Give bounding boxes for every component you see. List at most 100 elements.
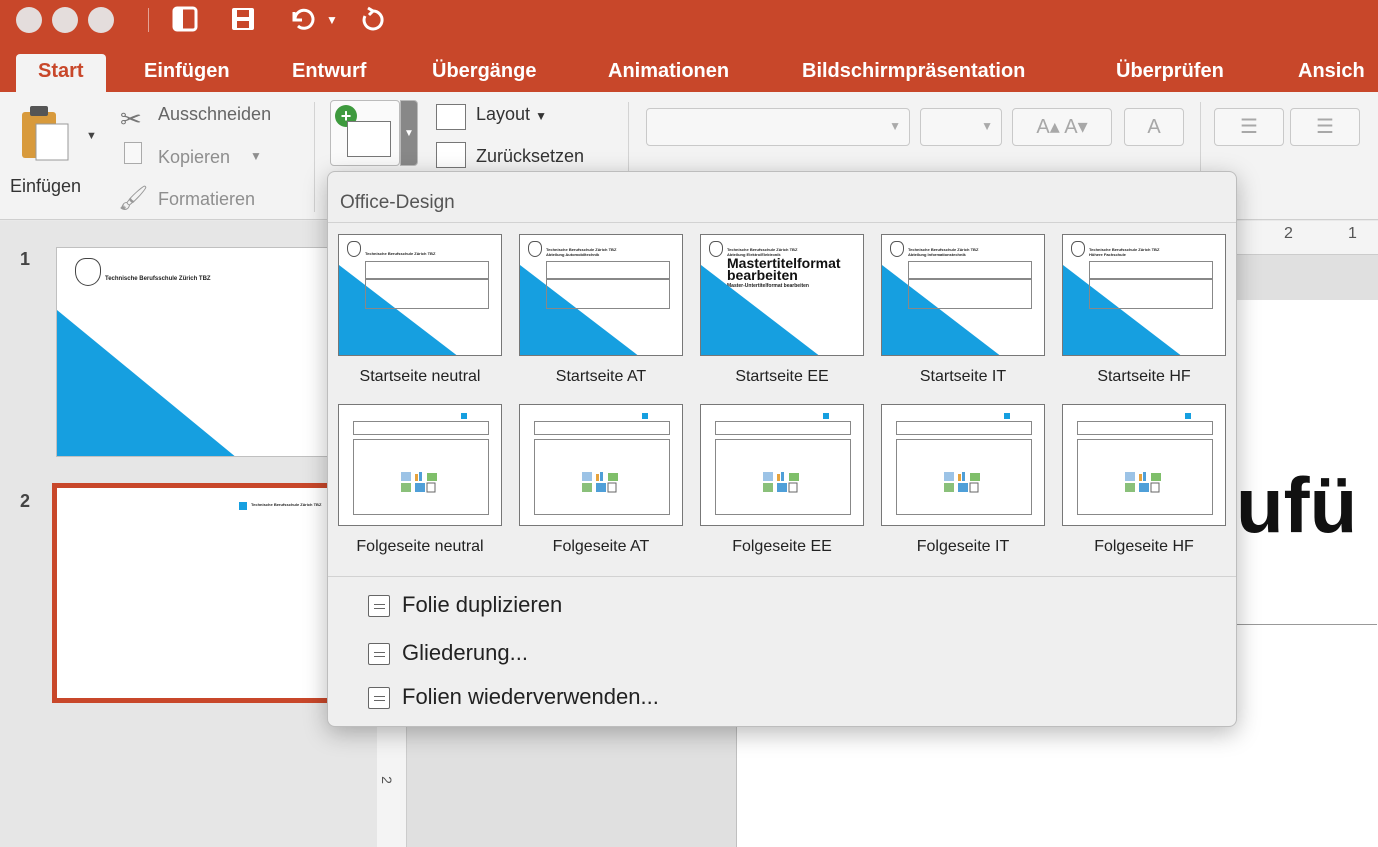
tbz-mini-logo-icon xyxy=(461,413,467,419)
layout-thumbnail xyxy=(700,404,864,526)
undo-icon[interactable] xyxy=(288,6,318,34)
tab-ansicht[interactable]: Ansich xyxy=(1298,54,1365,92)
layout-name: Folgeseite AT xyxy=(552,538,650,555)
slide-thumbnail-pane: 1 Technische Berufsschule Zürich TBZ 2 T… xyxy=(0,221,384,847)
minimize-window-button[interactable] xyxy=(52,7,78,33)
slide-title-text[interactable]: ufü xyxy=(1236,460,1357,551)
clear-formatting-button[interactable]: A xyxy=(1124,108,1184,146)
layout-name: Folgeseite EE xyxy=(732,538,832,555)
layout-label: Layout xyxy=(476,104,531,124)
scissors-icon: ✂ xyxy=(120,104,142,134)
layout-thumbnail: Technische Berufsschule Zürich TBZ Abtei… xyxy=(881,234,1045,356)
gallery-divider xyxy=(328,222,1236,223)
content-placeholder-icons xyxy=(763,472,799,493)
title-placeholder xyxy=(534,421,670,435)
tbz-mini-logo-icon xyxy=(642,413,648,419)
layout-thumbnail xyxy=(1062,404,1226,526)
paste-dropdown-icon[interactable]: ▼ xyxy=(86,130,97,142)
undo-dropdown-icon[interactable]: ▼ xyxy=(326,6,338,34)
gallery-divider xyxy=(328,576,1236,577)
outline-icon xyxy=(368,643,390,666)
layout-folgeseite-hf[interactable]: Folgeseite HF xyxy=(1062,404,1226,572)
gallery-section-title: Office-Design xyxy=(340,192,455,213)
cut-button[interactable]: Ausschneiden xyxy=(158,104,271,125)
new-slide-button[interactable]: + xyxy=(330,100,400,166)
content-placeholder-icons xyxy=(944,472,980,493)
content-placeholder-icons xyxy=(401,472,437,493)
copy-dropdown-icon[interactable]: ▼ xyxy=(250,149,262,163)
title-placeholder xyxy=(546,261,670,279)
tab-uebergaenge[interactable]: Übergänge xyxy=(432,54,536,92)
layout-startseite-it[interactable]: Technische Berufsschule Zürich TBZ Abtei… xyxy=(881,234,1045,402)
subtitle-placeholder xyxy=(908,279,1032,309)
save-icon[interactable] xyxy=(230,6,256,34)
slide-logo-text: Technische Berufsschule Zürich TBZ xyxy=(251,502,322,507)
ruler-tick: 1 xyxy=(1348,225,1357,242)
tbz-lion-logo-icon xyxy=(709,241,723,257)
layout-folgeseite-ee[interactable]: Folgeseite EE xyxy=(700,404,864,572)
title-placeholder xyxy=(365,261,489,279)
layout-name: Folgeseite HF xyxy=(1094,538,1194,555)
slide-layout-icon xyxy=(347,121,391,157)
menu-item-label: Gliederung... xyxy=(402,640,528,665)
layout-folgeseite-neutral[interactable]: Folgeseite neutral xyxy=(338,404,502,572)
layout-thumbnail xyxy=(338,404,502,526)
ribbon-tab-bar: Start Einfügen Entwurf Übergänge Animati… xyxy=(0,40,1378,92)
layout-name: Folgeseite IT xyxy=(916,538,1010,555)
reuse-slides-menu-item[interactable]: Folien wiederverwenden... xyxy=(368,684,659,718)
title-placeholder xyxy=(1077,421,1213,435)
content-placeholder-icons xyxy=(582,472,618,493)
layout-name: Startseite HF xyxy=(1097,368,1191,385)
layout-subheader-text: Abteilung Automobiltechnik xyxy=(546,252,600,257)
tab-bildschirmpraesentation[interactable]: Bildschirmpräsentation xyxy=(802,54,1025,92)
copy-button[interactable]: Kopieren xyxy=(158,147,230,168)
close-window-button[interactable] xyxy=(16,7,42,33)
font-family-field[interactable]: ▼ xyxy=(646,108,910,146)
layout-startseite-at[interactable]: Technische Berufsschule Zürich TBZ Abtei… xyxy=(519,234,683,402)
layout-button[interactable]: Layout ▼ xyxy=(476,104,547,125)
layout-folgeseite-it[interactable]: Folgeseite IT xyxy=(881,404,1045,572)
layout-dropdown-icon: ▼ xyxy=(535,109,547,123)
layout-thumbnail: Technische Berufsschule Zürich TBZ Abtei… xyxy=(700,234,864,356)
horizontal-ruler: 2 1 xyxy=(1236,221,1378,255)
layout-icon xyxy=(436,104,466,130)
layout-startseite-ee[interactable]: Technische Berufsschule Zürich TBZ Abtei… xyxy=(700,234,864,402)
tbz-lion-logo-icon xyxy=(890,241,904,257)
tab-ueberpruefen[interactable]: Überprüfen xyxy=(1116,54,1224,92)
ruler-tick: 2 xyxy=(378,776,395,784)
redo-icon[interactable] xyxy=(360,6,386,34)
format-painter-icon: 🖌 xyxy=(118,185,149,212)
tab-start[interactable]: Start xyxy=(16,54,106,92)
reset-button[interactable]: Zurücksetzen xyxy=(476,146,584,167)
layout-name: Startseite EE xyxy=(735,368,829,385)
new-slide-dropdown-button[interactable]: ▼ xyxy=(400,100,418,166)
layout-startseite-hf[interactable]: Technische Berufsschule Zürich TBZ Höher… xyxy=(1062,234,1226,402)
zoom-window-button[interactable] xyxy=(88,7,114,33)
tab-animationen[interactable]: Animationen xyxy=(608,54,729,92)
numbering-button[interactable]: ☰ xyxy=(1290,108,1360,146)
outline-menu-item[interactable]: Gliederung... xyxy=(368,640,528,674)
duplicate-slide-icon xyxy=(368,595,390,618)
layout-subheader-text: Abteilung Informationstechnik xyxy=(908,252,966,257)
subtitle-placeholder xyxy=(1089,279,1213,309)
increase-font-size-button[interactable]: A▴ A▾ xyxy=(1012,108,1112,146)
reuse-slides-icon xyxy=(368,687,390,710)
slide-logo-text: Technische Berufsschule Zürich TBZ xyxy=(105,276,211,282)
tab-entwurf[interactable]: Entwurf xyxy=(292,54,366,92)
duplicate-slide-menu-item[interactable]: Folie duplizieren xyxy=(368,592,562,626)
title-placeholder xyxy=(908,261,1032,279)
sidebar-toggle-icon[interactable] xyxy=(172,6,198,34)
tab-einfuegen[interactable]: Einfügen xyxy=(144,54,230,92)
toolbar-divider xyxy=(148,8,149,32)
bullets-button[interactable]: ☰ xyxy=(1214,108,1284,146)
paste-button[interactable] xyxy=(18,102,82,166)
font-size-field[interactable]: ▼ xyxy=(920,108,1002,146)
layout-folgeseite-at[interactable]: Folgeseite AT xyxy=(519,404,683,572)
title-placeholder xyxy=(715,421,851,435)
format-painter-button[interactable]: Formatieren xyxy=(158,189,255,210)
title-placeholder xyxy=(353,421,489,435)
content-placeholder-icons xyxy=(1125,472,1161,493)
paste-label[interactable]: Einfügen xyxy=(10,176,81,197)
menu-item-label: Folien wiederverwenden... xyxy=(402,684,659,709)
layout-startseite-neutral[interactable]: Technische Berufsschule Zürich TBZ Start… xyxy=(338,234,502,402)
